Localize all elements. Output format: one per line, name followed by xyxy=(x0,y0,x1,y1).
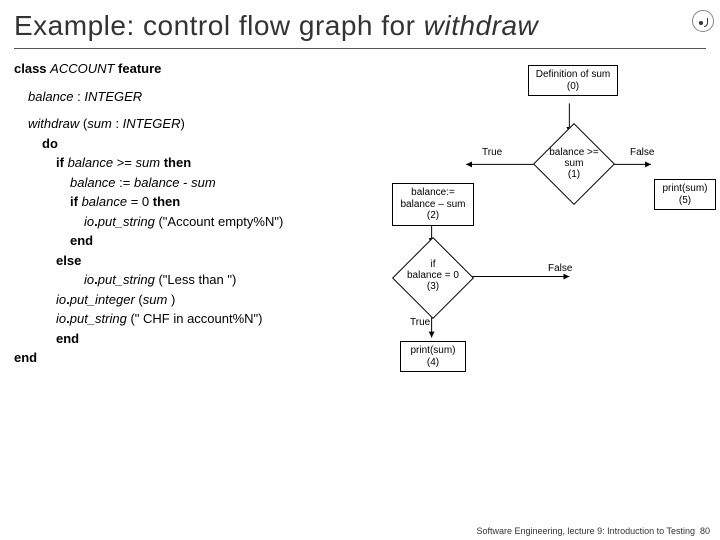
id-balance5: balance xyxy=(82,194,131,209)
kw-end1: end xyxy=(14,231,348,251)
kw-do: do xyxy=(14,134,348,154)
id-putstring: put_string xyxy=(98,214,159,229)
id-sum4: sum xyxy=(143,292,171,307)
title-prefix: Example: control flow graph for xyxy=(14,10,424,41)
kw-class: class xyxy=(14,61,50,76)
sym-rp2: ) xyxy=(171,292,175,307)
footer-text: Software Engineering, lecture 9: Introdu… xyxy=(477,526,695,536)
slide-title: Example: control flow graph for withdraw xyxy=(0,0,720,46)
edge-label-true1: True xyxy=(482,147,502,158)
id-io2: io xyxy=(84,272,94,287)
title-italic: withdraw xyxy=(424,10,538,41)
id-account: ACCOUNT xyxy=(50,61,118,76)
flowchart-diagram: Definition of sum(0) balance >=sum(1) Tr… xyxy=(348,59,712,439)
title-divider xyxy=(14,48,706,49)
node-2-label: balance:=balance – sum(2) xyxy=(400,187,465,221)
kw-end3: end xyxy=(14,350,37,365)
op-ge: >= xyxy=(117,155,136,170)
type-integer: INTEGER xyxy=(84,89,142,104)
kw-feature: feature xyxy=(118,61,161,76)
id-putstring3: put_string xyxy=(70,311,131,326)
sym-rp: ) xyxy=(180,116,184,131)
code-block: class ACCOUNT feature balance : INTEGER … xyxy=(8,59,348,439)
id-putinteger: put_integer xyxy=(70,292,139,307)
arrows-svg xyxy=(348,59,712,439)
edge-label-false2: False xyxy=(548,263,572,274)
kw-then: then xyxy=(164,155,191,170)
id-withdraw: withdraw xyxy=(28,116,83,131)
footer: Software Engineering, lecture 9: Introdu… xyxy=(477,526,711,536)
kw-if: if xyxy=(56,155,68,170)
op-minus: - xyxy=(183,175,191,190)
kw-else: else xyxy=(14,251,348,271)
id-sum3: sum xyxy=(191,175,216,190)
op-assign: := xyxy=(119,175,134,190)
node-def-sum: Definition of sum(0) xyxy=(528,65,618,96)
kw-then2: then xyxy=(153,194,180,209)
footer-page: 80 xyxy=(700,526,710,536)
node-4-label: print(sum)(4) xyxy=(410,345,455,368)
edge-label-false1: False xyxy=(630,147,654,158)
id-io3: io xyxy=(56,292,66,307)
node-1-label: balance >=sum(1) xyxy=(539,147,609,180)
id-balance: balance xyxy=(28,89,77,104)
str-acctempty: ("Account empty%N") xyxy=(158,214,283,229)
edge-label-true2: True xyxy=(410,317,430,328)
kw-if2: if xyxy=(70,194,82,209)
node-print-5: print(sum)(5) xyxy=(654,179,716,210)
node-print-4: print(sum)(4) xyxy=(400,341,466,372)
kw-end2: end xyxy=(14,329,348,349)
id-io4: io xyxy=(56,311,66,326)
str-chf: (" CHF in account%N") xyxy=(130,311,262,326)
node-assign-balance: balance:=balance – sum(2) xyxy=(392,183,474,226)
str-lessthan: ("Less than ") xyxy=(158,272,236,287)
op-eq0: = 0 xyxy=(131,194,153,209)
id-balance2: balance xyxy=(68,155,117,170)
id-sum2: sum xyxy=(136,155,164,170)
node-0-label: Definition of sum(0) xyxy=(536,69,610,92)
id-sum: sum xyxy=(87,116,115,131)
id-balance4: balance xyxy=(134,175,183,190)
sym-colon2: : xyxy=(115,116,122,131)
id-io: io xyxy=(84,214,94,229)
node-5-label: print(sum)(5) xyxy=(662,183,707,206)
id-putstring2: put_string xyxy=(98,272,159,287)
content-area: class ACCOUNT feature balance : INTEGER … xyxy=(0,59,720,439)
id-balance3: balance xyxy=(70,175,119,190)
ring-icon xyxy=(692,10,714,32)
type-integer2: INTEGER xyxy=(123,116,181,131)
node-3-label: ifbalance = 0(3) xyxy=(398,259,468,292)
